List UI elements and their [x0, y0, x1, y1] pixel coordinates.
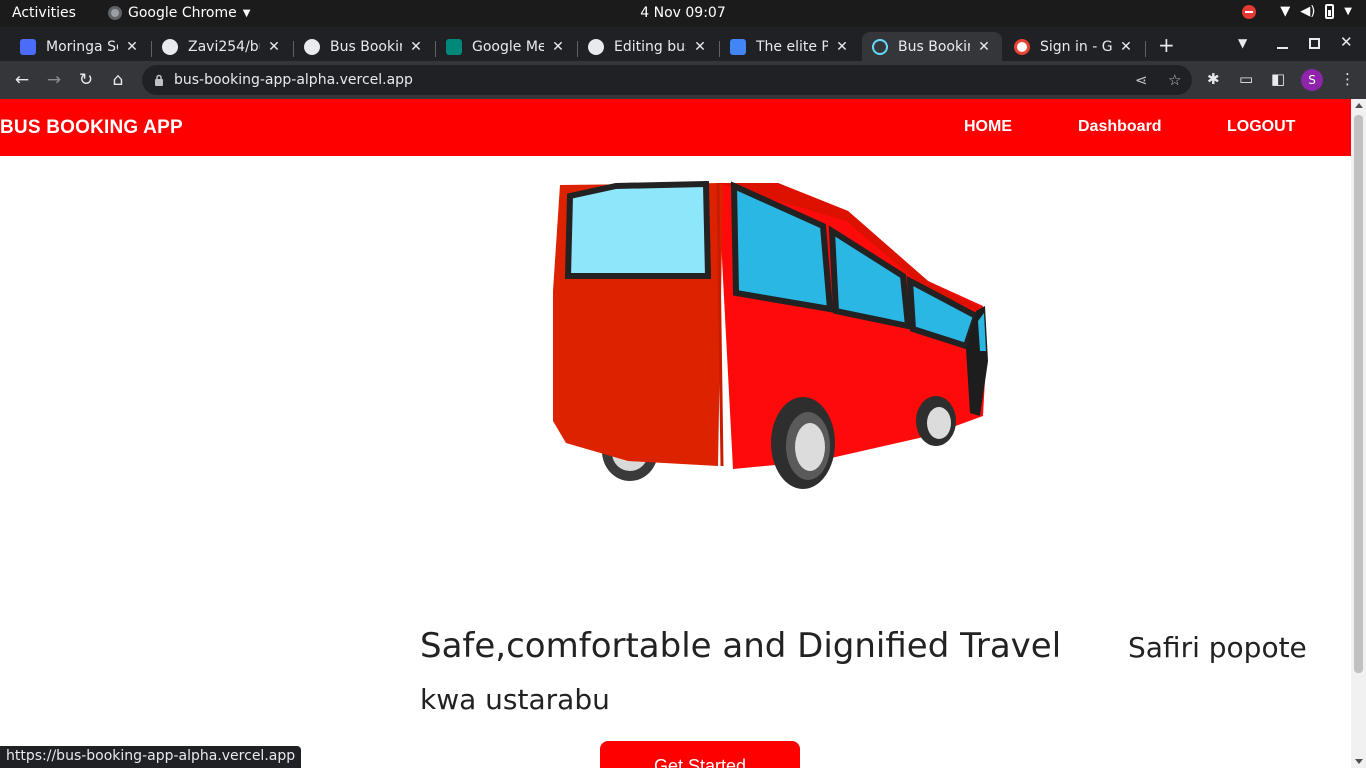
hero-motto: Safiri popote	[1128, 631, 1307, 664]
tab-label: Editing bus	[614, 38, 686, 55]
battery-icon	[1325, 4, 1335, 19]
github-icon	[162, 38, 178, 55]
browser-toolbar: ← → ↻ ⌂ bus-booking-app-alpha.vercel.app…	[0, 61, 1366, 99]
close-icon[interactable]: ✕	[124, 39, 140, 55]
tab[interactable]: Zavi254/bu ✕	[152, 32, 292, 61]
google-icon	[1014, 38, 1030, 55]
close-icon[interactable]: ✕	[976, 39, 992, 55]
nav-home-link[interactable]: HOME	[964, 118, 1012, 136]
menu-kebab-icon[interactable]: ⋮	[1340, 70, 1355, 88]
tab[interactable]: The elite Pr ✕	[720, 32, 860, 61]
minimize-icon[interactable]	[1277, 47, 1288, 49]
close-icon[interactable]: ✕	[1118, 39, 1134, 55]
chevron-down-icon: ▼	[1344, 6, 1352, 17]
close-icon[interactable]: ✕	[834, 39, 850, 55]
tab-label: Sign in - Go	[1040, 38, 1112, 55]
restore-icon[interactable]	[1309, 38, 1320, 49]
nav-logout-link[interactable]: LOGOUT	[1227, 118, 1295, 136]
share-icon[interactable]: ⋖	[1135, 71, 1148, 89]
close-icon[interactable]: ✕	[266, 39, 282, 55]
site-navbar: BUS BOOKING APP HOME Dashboard LOGOUT	[0, 99, 1351, 156]
url-text[interactable]: bus-booking-app-alpha.vercel.app	[174, 72, 413, 88]
system-tray[interactable]: ▼ ◀) ▼	[1242, 4, 1352, 19]
page-scrollbar[interactable]	[1351, 99, 1366, 768]
bookmark-star-icon[interactable]: ☆	[1168, 71, 1181, 89]
site-brand[interactable]: BUS BOOKING APP	[0, 117, 183, 139]
google-docs-icon	[730, 38, 746, 55]
do-not-disturb-icon	[1242, 4, 1257, 19]
extensions-icon[interactable]: ✱	[1207, 70, 1220, 88]
status-bubble: https://bus-booking-app-alpha.vercel.app	[0, 746, 302, 768]
close-icon[interactable]: ✕	[550, 39, 566, 55]
side-panel-icon[interactable]: ◧	[1271, 70, 1285, 88]
tab[interactable]: Moringa Sc ✕	[10, 32, 150, 61]
profile-avatar[interactable]: S	[1301, 69, 1323, 91]
globe-icon	[304, 38, 320, 55]
forward-icon[interactable]: →	[43, 69, 65, 91]
tab-active[interactable]: Bus Bookin ✕	[862, 32, 1002, 61]
clock[interactable]: 4 Nov 09:07	[0, 5, 1366, 21]
new-tab-icon[interactable]: +	[1158, 33, 1175, 57]
tab-label: Bus Bookin	[898, 38, 970, 55]
tab-label: Google Mee	[472, 38, 544, 55]
page-viewport: BUS BOOKING APP HOME Dashboard LOGOUT Sa…	[0, 99, 1351, 768]
scroll-up-icon[interactable]	[1355, 103, 1363, 108]
hero-headline: Safe,comfortable and Dignified Travel	[420, 626, 1062, 666]
home-icon[interactable]: ⌂	[107, 69, 129, 91]
tab-strip: Moringa Sc ✕ Zavi254/bu ✕ Bus Bookin ✕ G…	[0, 27, 1366, 61]
close-window-icon[interactable]: ✕	[1340, 33, 1353, 51]
reload-icon[interactable]: ↻	[75, 69, 97, 91]
lock-icon[interactable]	[154, 72, 164, 91]
tab[interactable]: Google Mee ✕	[436, 32, 576, 61]
tab-label: Bus Bookin	[330, 38, 402, 55]
tab[interactable]: Editing bus ✕	[578, 32, 718, 61]
tab-search-icon[interactable]: ▼	[1238, 36, 1247, 50]
close-icon[interactable]: ✕	[692, 39, 708, 55]
hero-subline: kwa ustarabu	[420, 683, 610, 716]
get-started-button[interactable]: Get Started	[600, 741, 800, 768]
tab-label: The elite Pr	[756, 38, 828, 55]
moringa-icon	[20, 38, 36, 55]
github-icon	[588, 38, 604, 55]
bus-illustration	[553, 181, 988, 489]
cast-icon[interactable]: ▭	[1239, 70, 1253, 88]
google-meet-icon	[446, 38, 462, 55]
tab-label: Moringa Sc	[46, 38, 118, 55]
system-top-bar: Activities Google Chrome ▼ 4 Nov 09:07 ▼…	[0, 0, 1366, 27]
close-icon[interactable]: ✕	[408, 39, 424, 55]
nav-dashboard-link[interactable]: Dashboard	[1078, 118, 1162, 136]
tab-label: Zavi254/bu	[188, 38, 260, 55]
back-icon[interactable]: ←	[11, 69, 33, 91]
volume-icon: ◀)	[1300, 4, 1316, 19]
address-bar[interactable]: bus-booking-app-alpha.vercel.app ⋖ ☆	[142, 65, 1192, 95]
wifi-icon: ▼	[1280, 4, 1291, 19]
scrollbar-thumb[interactable]	[1354, 115, 1363, 673]
tab[interactable]: Sign in - Go ✕	[1004, 32, 1144, 61]
react-icon	[872, 38, 888, 55]
scroll-down-icon[interactable]	[1355, 759, 1363, 764]
tab[interactable]: Bus Bookin ✕	[294, 32, 434, 61]
